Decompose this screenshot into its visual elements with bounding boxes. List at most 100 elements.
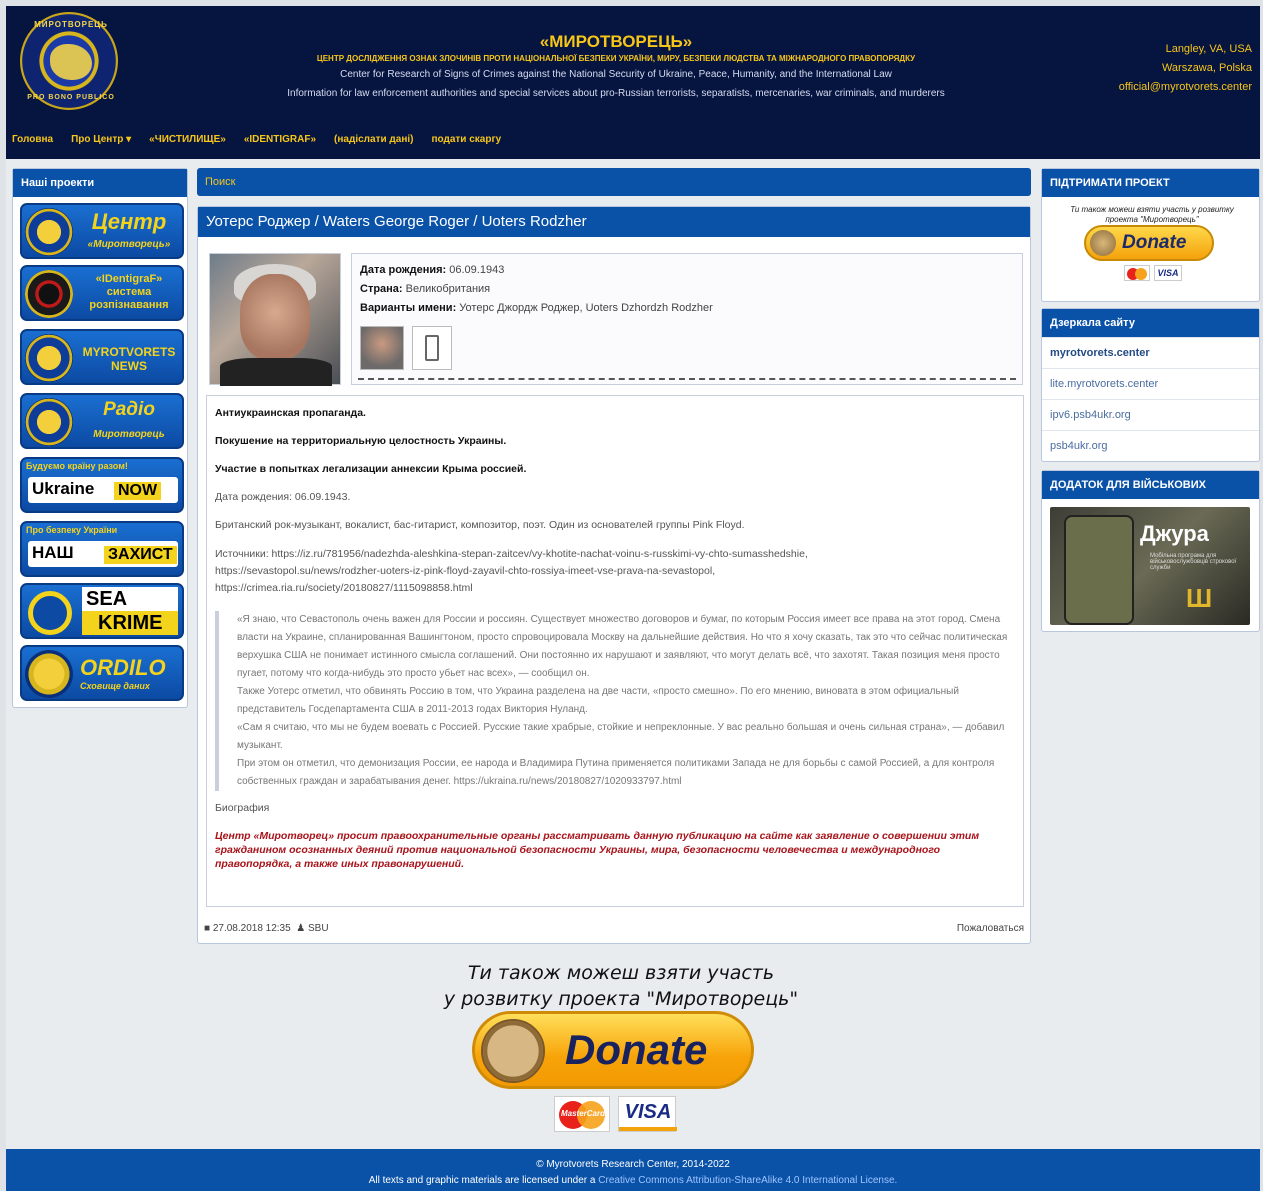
project-nash-zakhyst-banner[interactable]: Про безпеку України НАШ ЗАХИСТ (20, 521, 184, 577)
bio-text: Британский рок-музыкант, вокалист, бас-г… (215, 519, 745, 531)
nav-identigraf[interactable]: «IDENTIGRAF» (244, 134, 316, 150)
license-line: All texts and graphic materials are lice… (6, 1173, 1260, 1189)
donate-invite: Ти також можеш взяти участь у розвитку п… (376, 960, 866, 1012)
user-icon: ♟ (296, 923, 306, 934)
ukraine-now-tagline: Будуємо країну разом! (26, 461, 128, 471)
mirror-link[interactable]: ipv6.psb4ukr.org (1042, 399, 1259, 430)
zip-file-icon[interactable] (412, 326, 452, 370)
identigraf-line-3: розпізнавання (89, 299, 169, 311)
support-invite: Ти також можеш взяти участь у розвитку п… (1070, 205, 1234, 224)
project-center-banner[interactable]: Центр «Миротворець» (20, 203, 184, 259)
site-info: Information for law enforcement authorit… (287, 88, 945, 99)
app-banner[interactable]: Джура Мобільна програма для військовослу… (1050, 507, 1250, 625)
photo-thumbnail[interactable] (360, 326, 404, 370)
project-identigraf-banner[interactable]: «IDentigraF» система розпізнавання (20, 265, 184, 321)
mirror-link[interactable]: lite.myrotvorets.center (1042, 368, 1259, 399)
radio-logo-icon (25, 398, 73, 446)
quote-paragraph-3: «Сам я считаю, что мы не будем воевать с… (237, 722, 1005, 751)
dob-value: 06.09.1943 (449, 264, 505, 276)
accusation-1: Антиукраинская пропаганда. (215, 407, 366, 419)
nav-about[interactable]: Про Центр ▾ (71, 134, 131, 150)
publish-date: 27.08.2018 12:35 (212, 923, 291, 934)
source-link-3[interactable]: https://crimea.ria.ru/society/20180827/1… (215, 582, 473, 594)
sea-krime-word-2: KRIME (82, 611, 178, 635)
identigraf-logo-icon (25, 270, 73, 318)
profile-info-box: Дата рождения: 06.09.1943 Страна: Велико… (351, 253, 1023, 385)
sources: Источники: https://iz.ru/781956/nadezhda… (215, 546, 1015, 597)
country-label: Страна: (360, 283, 403, 295)
main-nav: Головна Про Центр ▾ «ЧИСТИЛИЩЕ» «IDENTIG… (12, 134, 501, 150)
ordilo-title: ORDILO (80, 655, 166, 680)
nav-about-label: Про Центр (71, 134, 124, 145)
project-news-banner[interactable]: MYROTVORETS NEWS (20, 329, 184, 385)
country-row: Страна: Великобритания (360, 283, 490, 295)
profile-name: Уотерс Роджер / Waters George Roger / Uo… (198, 207, 1030, 237)
donate-button[interactable]: Donate (472, 1011, 754, 1089)
support-panel: ПІДТРИМАТИ ПРОЕКТ Ти також можеш взяти у… (1041, 168, 1260, 302)
mirror-link[interactable]: myrotvorets.center (1042, 337, 1259, 368)
profile-photo[interactable] (209, 253, 341, 386)
nav-send-data[interactable]: (надіслати дані) (334, 134, 413, 150)
identigraf-line-2: система (106, 286, 152, 298)
project-radio-banner[interactable]: Радіо Миротворець (20, 393, 184, 449)
source-link-1[interactable]: https://iz.ru/781956/nadezhda-aleshkina-… (272, 548, 808, 560)
nav-purgatory[interactable]: «ЧИСТИЛИЩЕ» (149, 134, 226, 150)
biography-link[interactable]: Биография (215, 801, 1015, 815)
visa-label: VISA (624, 1101, 672, 1123)
donate-button-small[interactable]: Donate (1084, 225, 1214, 261)
project-sea-krime-banner[interactable]: SEA KRIME (20, 583, 184, 639)
photo-shirt (220, 358, 332, 386)
dob-text: Дата рождения: 06.09.1943. (215, 491, 351, 503)
identigraf-line-1: «IDentigraF» (95, 273, 163, 285)
radio-title: Радіо (103, 399, 155, 420)
logo-text-top: МИРОТВОРЕЦЬ (34, 20, 108, 29)
coin-icon (1090, 230, 1116, 256)
project-ordilo-banner[interactable]: ORDILO Сховище даних (20, 645, 184, 701)
nav-home[interactable]: Головна (12, 134, 53, 150)
site-footer: © Myrotvorets Research Center, 2014-2022… (6, 1149, 1260, 1191)
radio-subtitle: Миротворець (93, 429, 165, 440)
site-logo[interactable]: МИРОТВОРЕЦЬ PRO BONO PUBLICO (20, 12, 118, 110)
variants-label: Варианты имени: (360, 302, 457, 314)
center-logo-icon (25, 208, 73, 256)
site-header: МИРОТВОРЕЦЬ PRO BONO PUBLICO «МИРОТВОРЕЦ… (6, 6, 1260, 159)
quote-link[interactable]: https://ukraina.ru/news/20180827/1020933… (454, 776, 682, 787)
trident-icon: Ш (1186, 583, 1213, 613)
globe-icon (50, 44, 92, 80)
app-panel: ДОДАТОК ДЛЯ ВІЙСЬКОВИХ Джура Мобільна пр… (1041, 470, 1260, 632)
dashed-divider (358, 378, 1016, 380)
ukraine-now-word-2: NOW (114, 482, 162, 500)
nav-complaint[interactable]: подати скаргу (431, 134, 501, 150)
license-prefix: All texts and graphic materials are lice… (368, 1175, 596, 1186)
project-ukraine-now-banner[interactable]: Будуємо країну разом! Ukraine NOW (20, 457, 184, 513)
visa-stripe (619, 1127, 677, 1131)
quote-paragraph-2: Также Уотерс отметил, что обвинять Росси… (237, 686, 959, 715)
sources-label: Источники: (215, 548, 269, 560)
center-banner-title: Центр (91, 209, 167, 234)
contact-email[interactable]: official@myrotvorets.center (1062, 78, 1252, 97)
ukraine-now-word-1: Ukraine (32, 479, 95, 498)
caret-down-icon: ▾ (126, 134, 132, 145)
complain-link[interactable]: Пожаловаться (957, 923, 1024, 934)
accusation-3: Участие в попытках легализации аннексии … (215, 463, 527, 475)
site-subtitle-ua: ЦЕНТР ДОСЛІДЖЕННЯ ОЗНАК ЗЛОЧИНІВ ПРОТИ Н… (316, 54, 916, 63)
center-banner-subtitle: «Миротворець» (87, 239, 171, 250)
visa-icon: VISA (618, 1096, 677, 1132)
nash-zakhyst-word-2: ЗАХИСТ (104, 546, 177, 564)
copyright: © Myrotvorets Research Center, 2014-2022 (536, 1159, 730, 1170)
dob-label: Дата рождения: (360, 264, 447, 276)
mirror-link[interactable]: psb4ukr.org (1042, 430, 1259, 461)
donate-invite-line-1: Ти також можеш взяти участь (467, 962, 775, 984)
logo-text-bottom: PRO BONO PUBLICO (27, 94, 115, 101)
source-link-2[interactable]: https://sevastopol.su/news/rodzher-uoter… (215, 565, 715, 577)
search-bar[interactable]: Поиск (197, 168, 1031, 196)
nash-zakhyst-word-1: НАШ (32, 543, 74, 562)
donate-label: Donate (565, 1026, 708, 1073)
profile-text: Антиукраинская пропаганда. Покушение на … (206, 395, 1024, 907)
mastercard-label: MasterCard (560, 1109, 605, 1118)
accusation-2: Покушение на территориальную целостность… (215, 435, 507, 447)
mirrors-panel: Дзеркала сайту myrotvorets.center lite.m… (1041, 308, 1260, 462)
app-description: Мобільна програма для військовослужбовці… (1150, 553, 1237, 571)
license-link[interactable]: Creative Commons Attribution-ShareAlike … (598, 1175, 897, 1186)
variants-value: Уотерс Джордж Роджер, Uoters Dzhordzh Ro… (459, 302, 713, 314)
